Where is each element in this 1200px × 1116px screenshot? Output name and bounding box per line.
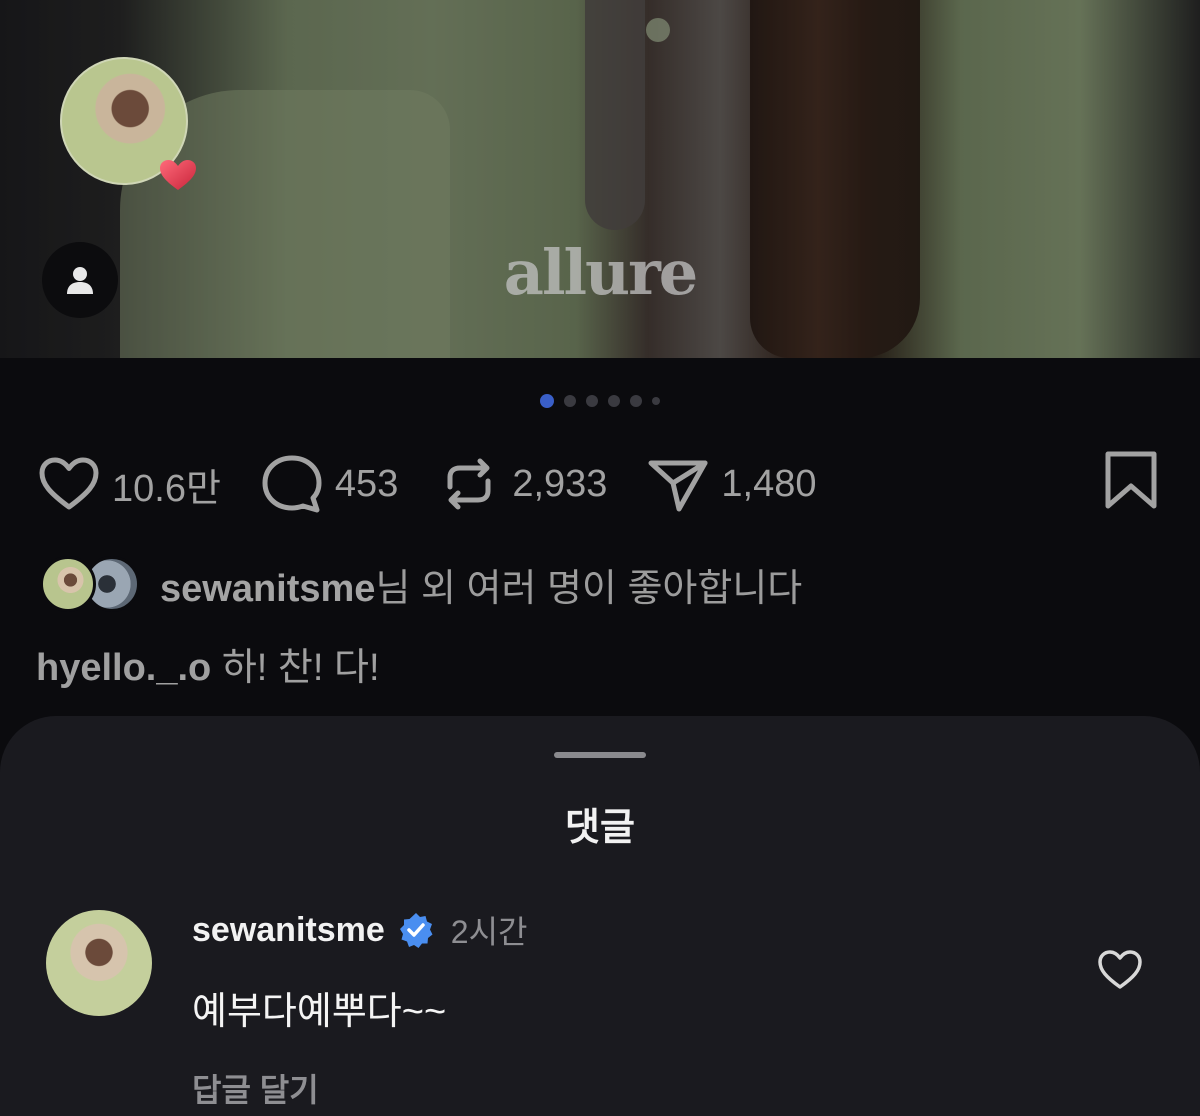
comment-text: 예부다예뿌다~~ bbox=[192, 991, 447, 1033]
liked-by-username[interactable]: sewanitsme bbox=[160, 568, 375, 610]
page-dot bbox=[630, 395, 642, 407]
liked-by-text: sewanitsme님 외 여러 명이 좋아합니다 bbox=[160, 557, 802, 612]
liker-avatars bbox=[40, 556, 140, 612]
profile-button[interactable] bbox=[42, 242, 118, 318]
like-count: 10.6만 bbox=[112, 467, 221, 510]
comment-timestamp: 2시간 bbox=[450, 914, 528, 950]
avatar[interactable] bbox=[46, 910, 152, 1016]
comment-button[interactable]: 453 bbox=[259, 451, 398, 517]
sheet-title: 댓글 bbox=[565, 807, 635, 849]
comment-header: sewanitsme 2시간 bbox=[192, 910, 528, 951]
repost-count: 2,933 bbox=[512, 462, 608, 505]
liked-by[interactable]: sewanitsme님 외 여러 명이 좋아합니다 bbox=[40, 556, 802, 612]
page-dot bbox=[586, 395, 598, 407]
page-dot bbox=[608, 395, 620, 407]
share-count: 1,480 bbox=[721, 462, 817, 505]
heart-icon[interactable] bbox=[1096, 946, 1144, 994]
person-icon bbox=[67, 267, 93, 294]
repost-icon bbox=[447, 458, 491, 510]
page-dot bbox=[652, 397, 660, 405]
repost-button[interactable]: 2,933 bbox=[436, 451, 607, 517]
send-icon bbox=[648, 460, 708, 512]
liked-by-suffix: 님 외 여러 명이 좋아합니다 bbox=[375, 567, 803, 610]
share-button[interactable]: 1,480 bbox=[645, 451, 817, 517]
reply-button[interactable]: 답글 달기 bbox=[192, 1065, 527, 1111]
page-dot-active bbox=[540, 394, 554, 408]
verified-badge-icon bbox=[399, 913, 433, 948]
comment-username[interactable]: sewanitsme bbox=[192, 911, 385, 950]
caption-text: 하! 찬! 다! bbox=[211, 647, 380, 689]
avatar bbox=[40, 556, 96, 612]
image-watermark: allure bbox=[503, 236, 698, 309]
comments-sheet: 댓글 sewanitsme 2시간 예부다예뿌다~~ 답글 달기 bbox=[0, 716, 1200, 1116]
post-caption: hyello._.o 하! 찬! 다! bbox=[36, 636, 380, 691]
carousel-pagination bbox=[0, 394, 1200, 408]
action-bar: 10.6만 453 2,933 1,480 bbox=[36, 452, 855, 516]
sheet-drag-handle[interactable] bbox=[554, 752, 646, 758]
heart-icon bbox=[160, 160, 196, 190]
page-dot bbox=[564, 395, 576, 407]
caption-username[interactable]: hyello._.o bbox=[36, 647, 211, 689]
comment-bubble-icon bbox=[262, 455, 322, 513]
like-button[interactable]: 10.6만 bbox=[36, 451, 221, 517]
comment-count: 453 bbox=[334, 462, 399, 505]
comment-body: sewanitsme 2시간 예부다예뿌다~~ 답글 달기 bbox=[192, 910, 527, 1111]
heart-icon bbox=[39, 457, 99, 510]
bookmark-icon[interactable] bbox=[1098, 448, 1164, 514]
